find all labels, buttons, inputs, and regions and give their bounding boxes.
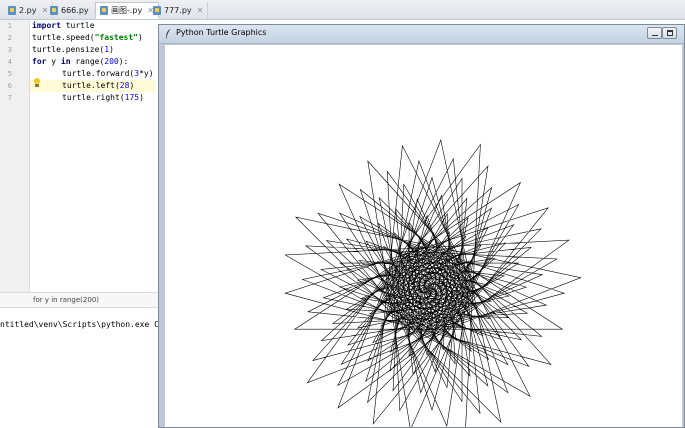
line-number: 5 [7,70,12,78]
lightbulb-icon[interactable] [33,78,41,88]
line-number: 1 [7,22,12,30]
code-token: turtle.right( [62,93,125,102]
tab-label: 777.py [164,6,192,15]
code-token: ): [118,57,129,66]
tab-777-py[interactable]: 777.py ✕ [149,2,209,19]
code-token: turtle.left( [62,81,120,90]
python-file-icon [8,6,16,15]
python-file-icon [100,6,108,15]
python-file-icon [153,6,161,15]
line-number: 7 [7,94,12,102]
run-console: ntitled\venv\Scripts\python.exe C:/ [0,308,169,428]
console-output: ntitled\venv\Scripts\python.exe C:/ [0,320,169,329]
python-file-icon [50,6,58,15]
code-token: turtle [60,21,95,30]
code-token: ) [109,45,114,54]
tab-label: 666.py [61,6,89,15]
breadcrumb[interactable]: for y in range(200) [0,292,160,308]
code-token: range( [70,57,105,66]
code-token: for [32,57,47,66]
code-token: turtle.pensize( [32,45,105,54]
code-token: y [46,57,61,66]
code-token: 175 [124,93,140,102]
tab-label: 2.py [19,6,37,15]
code-token: turtle.forward( [62,69,135,78]
code-token: import [32,21,61,30]
line-number: 4 [7,58,12,66]
turtle-canvas[interactable] [165,45,682,428]
code-token: turtle.speed( [32,33,95,42]
code-line-2: turtle.speed("fastest") [32,32,143,44]
maximize-icon [667,30,673,36]
turtle-path [284,138,582,428]
code-line-6: turtle.left(28) [30,80,156,92]
code-line-3: turtle.pensize(1) [32,44,114,56]
lightbulb-base [35,84,39,87]
tab-label: 画图-.py [111,6,143,15]
line-number: 3 [7,46,12,54]
code-token: ) [137,33,143,42]
code-token: ) [139,93,144,102]
code-line-5: turtle.forward(3*y) [62,68,154,80]
code-line-1: import turtle [32,20,95,32]
line-number: 6 [7,82,12,90]
code-token: 28 [119,81,130,90]
window-titlebar[interactable]: Python Turtle Graphics [159,25,684,44]
close-icon[interactable]: ✕ [197,6,204,15]
code-token: 200 [104,57,119,66]
code-token: ) [129,81,135,90]
maximize-button[interactable] [662,27,677,39]
minimize-button[interactable] [647,27,662,39]
code-token: in [60,57,71,66]
turtle-drawing [284,138,582,428]
code-line-4: for y in range(200): [32,56,128,68]
window-title: Python Turtle Graphics [176,28,267,37]
code-line-7: turtle.right(175) [62,92,144,104]
editor-tab-bar: 2.py ✕ 666.py ✕ 画图-.py ✕ 777.py ✕ [0,0,685,20]
code-token: "fastest" [94,33,138,42]
code-editor[interactable]: import turtle turtle.speed("fastest") tu… [30,20,158,292]
code-token: *y) [139,69,154,78]
line-number: 2 [7,34,12,42]
line-number-gutter: 1 2 3 4 5 6 7 [0,20,30,292]
minimize-icon [652,35,658,36]
turtle-graphics-window[interactable]: Python Turtle Graphics [158,24,685,428]
feather-icon [165,28,172,40]
